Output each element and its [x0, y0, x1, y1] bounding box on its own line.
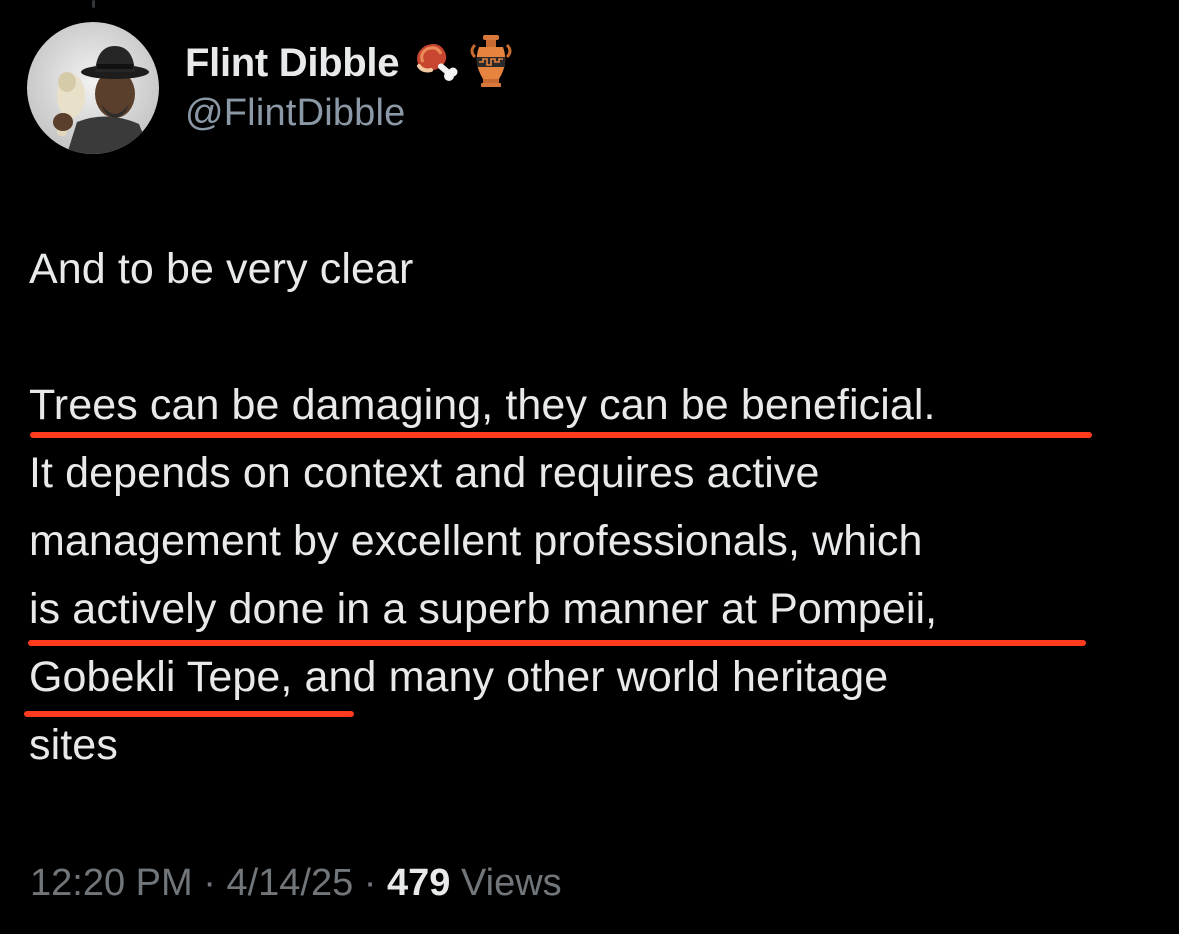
meat-on-bone-icon: [409, 36, 459, 91]
emphasis-underline: [24, 711, 354, 717]
tweet-text: And to be very clear Trees can be damagi…: [29, 235, 1139, 779]
avatar[interactable]: [27, 22, 159, 154]
tweet-metadata: 12:20 PM · 4/14/25 · 479 Views: [30, 862, 562, 905]
tweet-time[interactable]: 12:20 PM: [30, 862, 193, 904]
tweet-line: is actively done in a superb manner at P…: [29, 585, 938, 633]
author-names: Flint Dibble @FlintDibble: [185, 33, 513, 135]
thread-connector-line: [92, 0, 95, 8]
tweet-line: It depends on context and requires activ…: [29, 449, 820, 497]
display-name[interactable]: Flint Dibble: [185, 41, 399, 86]
tweet-line: sites: [29, 721, 118, 769]
avatar-photo: [27, 22, 159, 154]
tweet-header: Flint Dibble @FlintDibble: [27, 22, 513, 154]
author-handle[interactable]: @FlintDibble: [185, 92, 513, 135]
views-label: Views: [460, 862, 562, 904]
meta-separator: ·: [203, 862, 216, 904]
tweet-date[interactable]: 4/14/25: [226, 862, 353, 904]
tweet-line: management by excellent professionals, w…: [29, 517, 923, 565]
meta-separator: ·: [363, 862, 377, 904]
tweet-line: Gobekli Tepe, and many other world herit…: [29, 653, 889, 701]
emphasis-underline: [30, 432, 1092, 438]
emphasis-underline: [28, 640, 1086, 646]
amphora-icon: [469, 33, 513, 94]
display-name-row: Flint Dibble: [185, 33, 513, 94]
views-count[interactable]: 479: [387, 862, 450, 904]
tweet-line: Trees can be damaging, they can be benef…: [29, 381, 936, 429]
tweet-line: And to be very clear: [29, 245, 414, 293]
